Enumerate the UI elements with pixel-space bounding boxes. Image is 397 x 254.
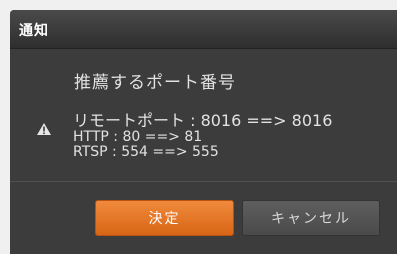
http-port-line: HTTP : 80 ==> 81 [73, 129, 203, 145]
remote-port-line: リモートポート : 8016 ==> 8016 [73, 111, 333, 130]
cancel-button[interactable]: キャンセル [242, 200, 380, 236]
ok-button[interactable]: 決定 [95, 200, 234, 236]
divider [10, 181, 397, 182]
rtsp-port-line: RTSP : 554 ==> 555 [73, 144, 219, 160]
recommended-port-heading: 推薦するポート番号 [74, 73, 236, 93]
notification-dialog: 通知 推薦するポート番号 リモートポート : 8016 ==> 8016 HTT… [10, 10, 397, 254]
warning-icon [37, 120, 51, 135]
dialog-title: 通知 [19, 23, 49, 39]
dialog-titlebar: 通知 [10, 10, 397, 49]
port-list: リモートポート : 8016 ==> 8016 HTTP : 80 ==> 81… [73, 112, 332, 160]
